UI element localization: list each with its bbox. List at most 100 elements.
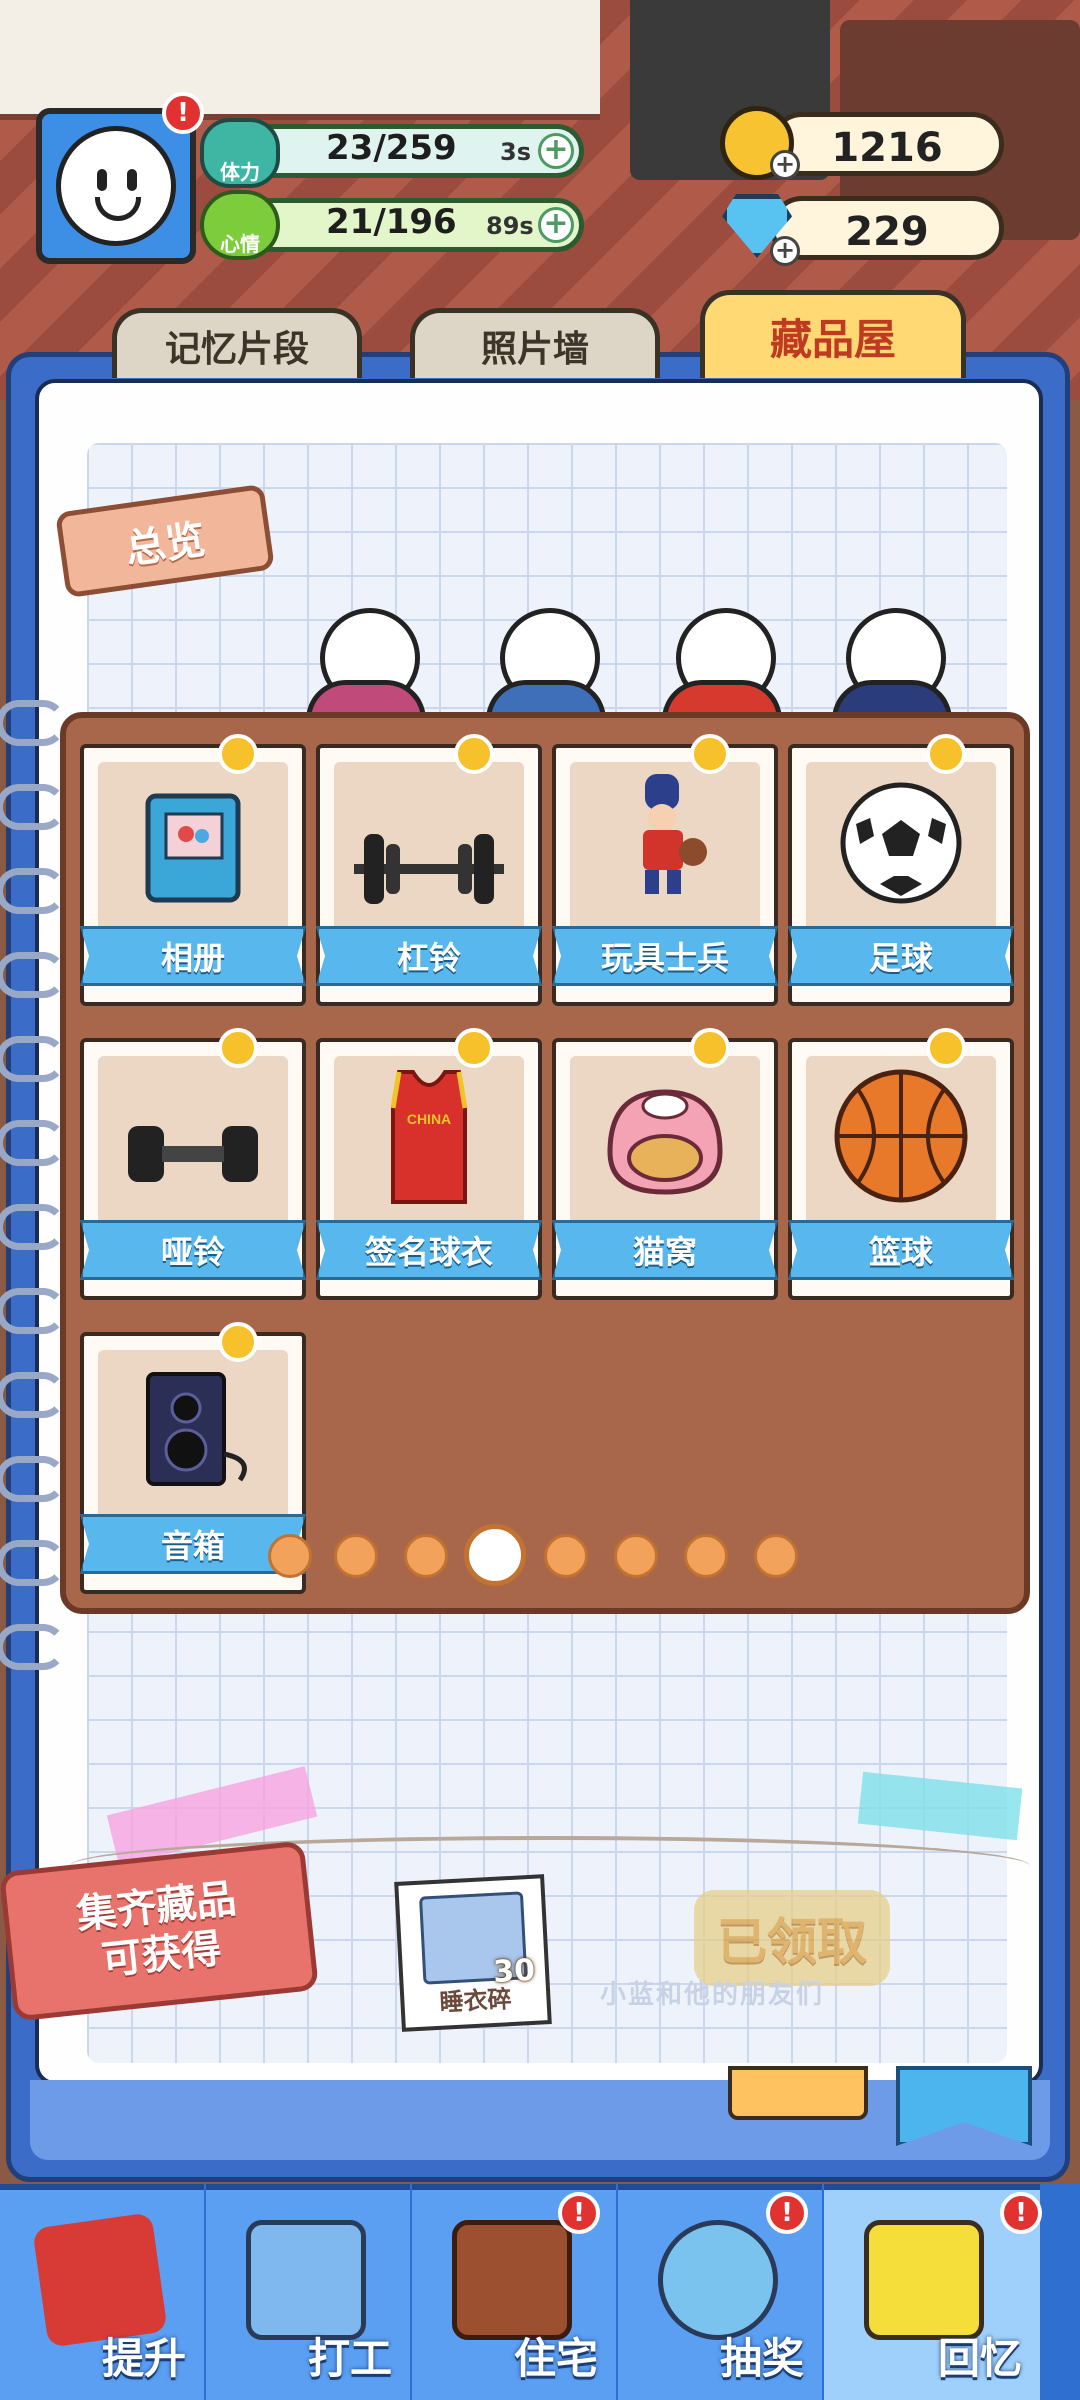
- coin-add-button[interactable]: +: [770, 150, 800, 180]
- house-alert-icon: !: [558, 2192, 600, 2234]
- mood-label: 心情: [220, 231, 260, 256]
- energy-label: 体力: [220, 159, 260, 184]
- reward-tag: 集齐藏品 可获得: [0, 1840, 320, 2022]
- collection-card[interactable]: 玩具士兵: [552, 734, 778, 1006]
- toy-soldier-icon: [643, 774, 707, 894]
- collection-card[interactable]: CHINA 签名球衣: [316, 1028, 542, 1300]
- item-name: 玩具士兵: [600, 939, 729, 977]
- house-icon: [452, 2220, 572, 2340]
- pager-dot[interactable]: [684, 1534, 728, 1578]
- pin-icon: [690, 1028, 730, 1068]
- nav-improve-label: 提升: [101, 2334, 186, 2383]
- coin-value: 1216: [831, 125, 943, 171]
- energy-timer: 3s: [500, 138, 531, 166]
- item-name: 杠铃: [396, 939, 461, 977]
- photo-album-icon: [145, 793, 241, 903]
- mood-heart-icon: 心情: [200, 190, 280, 260]
- claimed-button-label: 已领取: [717, 1913, 867, 1971]
- pager-dot[interactable]: [754, 1534, 798, 1578]
- tab-collection-room[interactable]: 藏品屋: [700, 290, 966, 378]
- item-name: 音箱: [160, 1527, 225, 1565]
- nav-house-label: 住宅: [513, 2334, 598, 2383]
- item-name: 猫窝: [632, 1233, 697, 1271]
- item-name: 签名球衣: [364, 1233, 493, 1271]
- collection-card[interactable]: 足球: [788, 734, 1014, 1006]
- barbell-icon: [354, 834, 504, 904]
- collection-card[interactable]: 猫窝: [552, 1028, 778, 1300]
- collection-card[interactable]: 哑铃: [80, 1028, 306, 1300]
- pin-icon: [218, 1028, 258, 1068]
- tab-memory-label: 记忆片段: [164, 328, 309, 370]
- reward-item-name: 睡衣碎: [438, 1985, 513, 2017]
- lottery-alert-icon: !: [766, 2192, 808, 2234]
- pin-icon: [926, 734, 966, 774]
- claimed-button[interactable]: 已领取: [694, 1890, 890, 1986]
- nav-memory-label: 回忆: [937, 2334, 1022, 2383]
- pager-dot[interactable]: [544, 1534, 588, 1578]
- item-name: 相册: [160, 939, 225, 977]
- energy-add-button[interactable]: +: [538, 133, 574, 169]
- pin-icon: [218, 1322, 258, 1362]
- speaker-icon: [146, 1372, 247, 1486]
- item-name-ribbon: 猫窝: [552, 1220, 778, 1280]
- pager-dot[interactable]: [614, 1534, 658, 1578]
- item-name-ribbon: 篮球: [788, 1220, 1014, 1280]
- item-name-ribbon: 玩具士兵: [552, 926, 778, 986]
- item-name-ribbon: 相册: [80, 926, 306, 986]
- pager-dot-active[interactable]: [464, 1524, 526, 1586]
- pager-dot[interactable]: [334, 1534, 378, 1578]
- avatar-face-icon: [56, 126, 176, 246]
- item-name: 哑铃: [160, 1233, 225, 1271]
- nav-work[interactable]: 打工: [206, 2184, 410, 2400]
- energy-value: 23/259: [326, 128, 457, 168]
- basketball-icon: [834, 1069, 968, 1203]
- dumbbell-icon: [128, 1126, 258, 1182]
- tab-memory-fragments[interactable]: 记忆片段: [112, 308, 362, 378]
- football-icon: [840, 782, 962, 904]
- gacha-machine-icon: [658, 2220, 778, 2340]
- id-badge-icon: [246, 2220, 366, 2340]
- tab-photo-label: 照片墙: [480, 328, 589, 370]
- cat-bed-icon: [607, 1089, 723, 1195]
- item-name-ribbon: 杠铃: [316, 926, 542, 986]
- pin-icon: [690, 734, 730, 774]
- item-name: 篮球: [868, 1233, 933, 1271]
- room-wall: [0, 0, 600, 120]
- collection-card[interactable]: 杠铃: [316, 734, 542, 1006]
- faded-caption: 小蓝和他的朋友们: [600, 1980, 825, 2010]
- reward-item[interactable]: 30 睡衣碎: [394, 1874, 552, 2032]
- gem-add-button[interactable]: +: [770, 236, 800, 266]
- gem-value: 229: [845, 209, 929, 255]
- coin-counter: 1216: [770, 112, 1004, 176]
- memory-alert-icon: !: [1000, 2192, 1042, 2234]
- nav-work-label: 打工: [307, 2334, 392, 2383]
- pager-dot[interactable]: [404, 1534, 448, 1578]
- pin-icon: [926, 1028, 966, 1068]
- bottom-nav: 提升 打工 住宅 抽奖 回忆: [0, 2184, 1080, 2400]
- bookmark-orange: [728, 2066, 868, 2120]
- pin-icon: [454, 1028, 494, 1068]
- item-name-ribbon: 签名球衣: [316, 1220, 542, 1280]
- camera-icon: [864, 2220, 984, 2340]
- energy-icon: 体力: [200, 118, 280, 188]
- gem-counter: 229: [770, 196, 1004, 260]
- pin-icon: [454, 734, 494, 774]
- signed-jersey-icon: CHINA: [390, 1070, 468, 1204]
- nav-lottery-label: 抽奖: [719, 2334, 804, 2383]
- avatar-alert-icon: !: [162, 92, 204, 134]
- item-name-ribbon: 哑铃: [80, 1220, 306, 1280]
- pin-icon: [218, 734, 258, 774]
- nav-improve[interactable]: 提升: [0, 2184, 204, 2400]
- tab-collection-label: 藏品屋: [769, 315, 896, 364]
- item-name-ribbon: 足球: [788, 926, 1014, 986]
- overview-label: 总览: [122, 516, 209, 574]
- tab-photo-wall[interactable]: 照片墙: [410, 308, 660, 378]
- collection-card[interactable]: 篮球: [788, 1028, 1014, 1300]
- pager-dot[interactable]: [268, 1534, 312, 1578]
- collection-card[interactable]: 相册: [80, 734, 306, 1006]
- mood-add-button[interactable]: +: [538, 207, 574, 243]
- mood-value: 21/196: [326, 202, 457, 242]
- item-name: 足球: [868, 939, 933, 977]
- mood-timer: 89s: [486, 212, 534, 240]
- jersey-text: CHINA: [407, 1111, 451, 1127]
